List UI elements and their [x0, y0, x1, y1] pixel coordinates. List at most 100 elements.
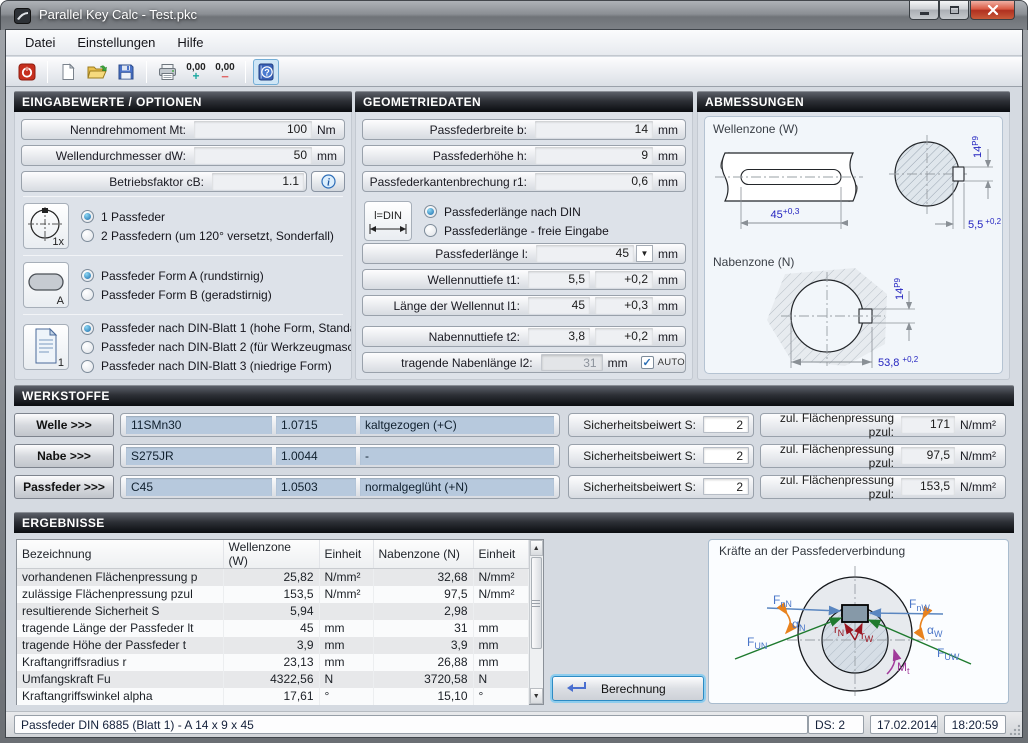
resize-grip[interactable] — [1008, 723, 1020, 735]
titlebar: Parallel Key Calc - Test.pkc — [0, 0, 1028, 30]
material-number: 1.0044 — [276, 447, 356, 465]
sicherheitsbeiwert-input[interactable]: 2 — [703, 416, 749, 433]
material-name: C45 — [126, 478, 272, 496]
material-number: 1.0503 — [276, 478, 356, 496]
passfeder-sicherheit: Sicherheitsbeiwert S: 2 — [568, 475, 754, 499]
scroll-down-arrow[interactable]: ▼ — [530, 688, 544, 704]
status-time: 18:20:59 — [944, 715, 1006, 734]
passfeder-button[interactable]: Passfeder >>> — [14, 475, 114, 499]
betriebsfaktor-info-button[interactable]: i — [311, 171, 345, 192]
radio-icon — [81, 341, 94, 354]
maximize-button[interactable] — [939, 1, 969, 20]
toolbar-separator — [245, 61, 246, 83]
wellendurchmesser-input[interactable]: 50 — [194, 147, 312, 164]
din-blatt-icon-label: 1 — [58, 357, 64, 369]
passfederbreite-value: 14 — [535, 121, 653, 138]
nabe-button[interactable]: Nabe >>> — [14, 444, 114, 468]
wellennuttiefe-row: Wellennuttiefe t1: 5,5 +0,2 mm — [362, 269, 686, 290]
table-row: resultierende Sicherheit S5,942,98 — [17, 603, 528, 620]
auto-checkbox[interactable]: ✓ — [641, 356, 654, 369]
forces-diagram: FnN FnW FUN FUW αN αW rN rW Mt — [709, 558, 1008, 700]
statusbar: Passfeder DIN 6885 (Blatt 1) - A 14 x 9 … — [6, 711, 1022, 737]
close-button[interactable] — [970, 1, 1015, 20]
new-file-button[interactable] — [55, 59, 81, 85]
material-treatment: normalgeglüht (+N) — [360, 478, 554, 496]
radio-icon — [81, 269, 94, 282]
wellendurchmesser-label: Wellendurchmesser dW: — [22, 149, 194, 163]
table-scrollbar[interactable]: ▲ ▼ — [529, 540, 544, 704]
sicherheitsbeiwert-input[interactable]: 2 — [703, 447, 749, 464]
scroll-thumb[interactable] — [531, 557, 543, 649]
wellendurchmesser-unit: mm — [312, 149, 344, 163]
status-info: Passfeder DIN 6885 (Blatt 1) - A 14 x 9 … — [14, 715, 808, 734]
open-file-button[interactable] — [84, 59, 110, 85]
menu-datei[interactable]: Datei — [14, 31, 66, 54]
svg-text:?: ? — [264, 67, 270, 77]
radio-din-blatt-3[interactable]: Passfeder nach DIN-Blatt 3 (niedrige For… — [81, 359, 352, 373]
radio-form-a[interactable]: Passfeder Form A (rundstirnig) — [81, 269, 272, 283]
decimals-decrease-button[interactable]: 0,00− — [212, 59, 238, 85]
table-row: Umfangskraft Fu4322,56N3720,58N — [17, 671, 528, 688]
nabenzone-title: Nabenzone (N) — [713, 255, 794, 269]
betriebsfaktor-label: Betriebsfaktor cB: — [22, 175, 212, 189]
form-icon: A — [23, 262, 69, 308]
form-icon-label: A — [57, 295, 64, 307]
toolbar-separator — [47, 61, 48, 83]
toolbar-separator — [146, 61, 147, 83]
separator — [23, 196, 343, 197]
geometrie-header: GEOMETRIEDATEN — [355, 91, 693, 112]
decimals-increase-button[interactable]: 0,00+ — [183, 59, 209, 85]
minimize-button[interactable] — [909, 1, 939, 20]
nabenlaenge-row: tragende Nabenlänge l2: 31 mm ✓ AUTO — [362, 352, 686, 373]
new-file-icon — [59, 63, 77, 81]
nabe-material: S275JR 1.0044 - — [120, 444, 560, 468]
radio-2-passfedern[interactable]: 2 Passfedern (um 120° versetzt, Sonderfa… — [81, 229, 334, 243]
nabenlaenge-value[interactable]: 31 — [541, 354, 603, 371]
radio-icon — [81, 229, 94, 242]
wellenzone-drawing: Wellenzone (W) 45+0,3 — [705, 117, 1002, 245]
radio-laenge-frei[interactable]: Passfederlänge - freie Eingabe — [424, 224, 609, 238]
save-button[interactable] — [113, 59, 139, 85]
menu-hilfe[interactable]: Hilfe — [166, 31, 214, 54]
material-number: 1.0715 — [276, 416, 356, 434]
abmessungen-header: ABMESSUNGEN — [697, 91, 1010, 112]
table-row: Kraftangriffswinkel alpha17,61°15,10° — [17, 688, 528, 705]
radio-icon — [424, 224, 437, 237]
print-button[interactable] — [154, 59, 180, 85]
radio-laenge-din[interactable]: Passfederlänge nach DIN — [424, 205, 609, 219]
nenndrehmoment-input[interactable]: 100 — [194, 121, 312, 138]
help-button[interactable]: ? — [253, 59, 279, 85]
radio-1-passfeder[interactable]: 1 Passfeder — [81, 210, 334, 224]
svg-text:5,5+0,2: 5,5+0,2 — [968, 217, 1002, 231]
wellennut-laenge-value: 45 — [528, 297, 590, 314]
welle-row: Welle >>> 11SMn30 1.0715 kaltgezogen (+C… — [14, 412, 1014, 437]
berechnung-button[interactable]: Berechnung — [552, 676, 704, 701]
svg-text:14P9: 14P9 — [971, 135, 984, 158]
nenndrehmoment-unit: Nm — [312, 123, 344, 137]
radio-din-blatt-2[interactable]: Passfeder nach DIN-Blatt 2 (für Werkzeug… — [81, 340, 352, 354]
passfederlaenge-value[interactable]: 45 — [536, 245, 634, 262]
nabenzone-drawing: Nabenzone (N) 14P9 — [705, 250, 1002, 374]
table-row: zulässige Flächenpressung pzul153,5N/mm²… — [17, 586, 528, 603]
svg-text:14P9: 14P9 — [893, 277, 906, 300]
window-title: Parallel Key Calc - Test.pkc — [39, 7, 197, 22]
menu-einstellungen[interactable]: Einstellungen — [66, 31, 166, 54]
kantenbrechung-value: 0,6 — [535, 173, 653, 190]
welle-button[interactable]: Welle >>> — [14, 413, 114, 437]
din-blatt-icon: 1 — [23, 324, 69, 370]
sicherheitsbeiwert-input[interactable]: 2 — [703, 478, 749, 495]
table-header-row: Bezeichnung Wellenzone (W) Einheit Naben… — [17, 540, 528, 569]
decimals-increase-icon: 0,00+ — [186, 63, 205, 81]
betriebsfaktor-input[interactable]: 1.1 — [212, 173, 304, 190]
material-name: 11SMn30 — [126, 416, 272, 434]
info-icon: i — [321, 174, 336, 189]
scroll-up-arrow[interactable]: ▲ — [530, 540, 544, 556]
exit-button[interactable] — [14, 59, 40, 85]
radio-din-blatt-1[interactable]: Passfeder nach DIN-Blatt 1 (hohe Form, S… — [81, 321, 352, 335]
passfederlaenge-dropdown[interactable]: ▼ — [636, 245, 653, 262]
werkstoffe-header: WERKSTOFFE — [14, 385, 1014, 406]
radio-form-b[interactable]: Passfeder Form B (geradstirnig) — [81, 288, 272, 302]
ergebnisse-header: ERGEBNISSE — [14, 512, 1014, 533]
kantenbrechung-row: Passfederkantenbrechung r1: 0,6 mm — [362, 171, 686, 192]
forces-diagram-panel: Kräfte an der Passfederverbindung — [708, 539, 1009, 704]
